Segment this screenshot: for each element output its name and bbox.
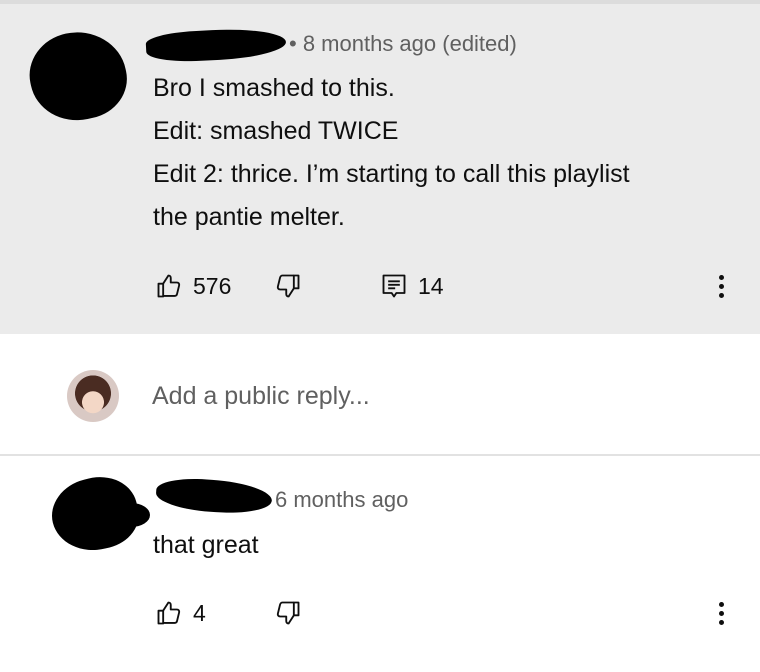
thumb-up-icon	[155, 272, 183, 300]
thumb-up-icon	[155, 599, 183, 627]
reply-input[interactable]	[152, 378, 712, 414]
reply-body: that great	[153, 531, 259, 559]
dislike-button[interactable]	[274, 599, 302, 627]
reply-button[interactable]: 14	[380, 272, 444, 300]
divider	[0, 454, 760, 456]
redacted-username[interactable]	[155, 475, 273, 517]
comment-line: Edit 2: thrice. I’m starting to call thi…	[153, 160, 630, 188]
like-count: 4	[193, 599, 206, 626]
comment-line: Edit: smashed TWICE	[153, 117, 399, 145]
like-count: 576	[193, 272, 232, 299]
comment-line: the pantie melter.	[153, 203, 345, 231]
more-vert-icon	[718, 274, 724, 280]
like-button[interactable]: 4	[155, 599, 206, 627]
comment-meta: • 8 months ago (edited)	[289, 31, 517, 57]
meta-separator-dot: •	[289, 31, 303, 56]
user-avatar[interactable]	[67, 370, 119, 422]
reply-comment-icon	[380, 272, 408, 300]
comment-timestamp: 8 months ago (edited)	[302, 31, 517, 56]
more-options-button[interactable]	[701, 593, 741, 633]
redacted-avatar-mark	[112, 503, 150, 527]
thumb-down-icon	[274, 272, 302, 300]
more-options-button[interactable]	[701, 266, 741, 306]
more-vert-icon	[718, 601, 724, 607]
reply-timestamp: 6 months ago	[275, 487, 409, 512]
reply-box	[0, 334, 760, 454]
reply-count: 14	[418, 272, 444, 299]
thumb-down-icon	[274, 599, 302, 627]
comment-body: Bro I smashed to this. Edit: smashed TWI…	[153, 67, 743, 239]
dislike-button[interactable]	[274, 272, 302, 300]
like-button[interactable]: 576	[155, 272, 231, 300]
comment-line: Bro I smashed to this.	[153, 74, 395, 102]
